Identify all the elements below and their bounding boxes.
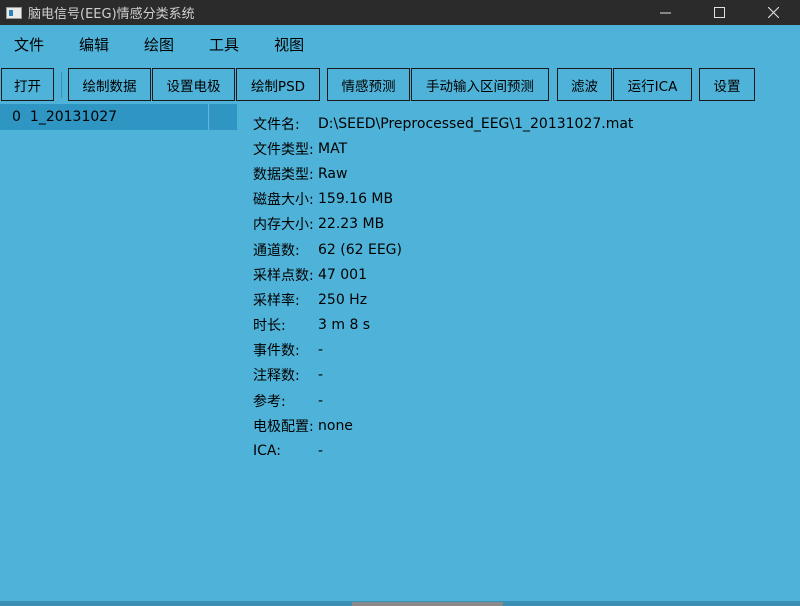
- info-row-data-type: 数据类型: Raw: [253, 161, 773, 186]
- info-value: 47 001: [318, 266, 367, 283]
- toolbar: 打开 绘制数据 设置电极 绘制PSD 情感预测 手动输入区间预测 滤波 运行IC…: [0, 68, 800, 102]
- maximize-icon: [713, 7, 725, 18]
- menu-view[interactable]: 视图: [258, 25, 320, 65]
- info-value: Raw: [318, 165, 348, 182]
- info-row-channels: 通道数: 62 (62 EEG): [253, 237, 773, 262]
- info-row-reference: 参考: -: [253, 388, 773, 413]
- maximize-button[interactable]: [692, 0, 746, 25]
- menu-edit[interactable]: 编辑: [63, 25, 125, 65]
- manual-interval-predict-button[interactable]: 手动输入区间预测: [411, 68, 549, 101]
- list-item-name: 1_20131027: [29, 109, 118, 125]
- info-label: 通道数:: [253, 242, 300, 259]
- window-controls: [638, 0, 800, 25]
- info-row-annotations: 注释数: -: [253, 363, 773, 388]
- info-label: 时长:: [253, 318, 286, 335]
- info-label: 事件数:: [253, 343, 300, 360]
- info-row-file-type: 文件类型: MAT: [253, 136, 773, 161]
- menu-plot[interactable]: 绘图: [128, 25, 190, 65]
- plot-psd-button[interactable]: 绘制PSD: [236, 68, 320, 101]
- info-row-ica: ICA: -: [253, 438, 773, 463]
- info-value: -: [318, 367, 324, 384]
- info-row-filename: 文件名: D:\SEED\Preprocessed_EEG\1_20131027…: [253, 111, 773, 136]
- list-item-index: 0: [12, 109, 21, 125]
- info-label: 电极配置:: [253, 418, 314, 435]
- open-button[interactable]: 打开: [1, 68, 54, 101]
- info-value: -: [318, 443, 324, 460]
- run-ica-button[interactable]: 运行ICA: [613, 68, 692, 101]
- file-info-panel: 文件名: D:\SEED\Preprocessed_EEG\1_20131027…: [253, 111, 773, 464]
- minimize-icon: [659, 12, 671, 14]
- horizontal-scrollbar[interactable]: [0, 601, 800, 606]
- info-row-sample-rate: 采样率: 250 Hz: [253, 287, 773, 312]
- info-label: ICA:: [253, 443, 281, 460]
- file-list: 0 1_20131027: [0, 104, 237, 598]
- menu-bar: 文件 编辑 绘图 工具 视图: [0, 25, 800, 65]
- plot-data-button[interactable]: 绘制数据: [68, 68, 151, 101]
- info-label: 采样点数:: [253, 267, 314, 284]
- info-row-events: 事件数: -: [253, 338, 773, 363]
- info-value: -: [318, 342, 324, 359]
- info-label: 文件类型:: [253, 141, 314, 158]
- info-value: 250 Hz: [318, 291, 368, 308]
- info-value: none: [318, 417, 353, 434]
- emotion-predict-button[interactable]: 情感预测: [327, 68, 410, 101]
- info-row-montage: 电极配置: none: [253, 413, 773, 438]
- info-row-duration: 时长: 3 m 8 s: [253, 313, 773, 338]
- settings-button[interactable]: 设置: [699, 68, 755, 101]
- info-value: 62 (62 EEG): [318, 241, 402, 258]
- toolbar-separator: [61, 72, 62, 98]
- window-title: 脑电信号(EEG)情感分类系统: [28, 7, 195, 22]
- info-value: 159.16 MB: [318, 191, 394, 208]
- list-item[interactable]: 0 1_20131027: [0, 104, 237, 130]
- set-electrodes-button[interactable]: 设置电极: [152, 68, 235, 101]
- info-value: -: [318, 392, 324, 409]
- info-row-samples: 采样点数: 47 001: [253, 262, 773, 287]
- app-icon: [6, 6, 22, 19]
- close-button[interactable]: [746, 0, 800, 25]
- menu-file[interactable]: 文件: [0, 25, 60, 65]
- info-value: D:\SEED\Preprocessed_EEG\1_20131027.mat: [318, 115, 634, 132]
- info-label: 采样率:: [253, 292, 300, 309]
- info-value: 3 m 8 s: [318, 317, 371, 334]
- info-value: MAT: [318, 140, 348, 157]
- info-label: 参考:: [253, 393, 286, 410]
- info-label: 文件名:: [253, 116, 300, 133]
- minimize-button[interactable]: [638, 0, 692, 25]
- scrollbar-thumb[interactable]: [352, 602, 503, 606]
- column-divider: [208, 104, 209, 130]
- info-row-memory-size: 内存大小: 22.23 MB: [253, 212, 773, 237]
- info-label: 注释数:: [253, 368, 300, 385]
- filter-button[interactable]: 滤波: [557, 68, 612, 101]
- info-label: 磁盘大小:: [253, 192, 314, 209]
- info-row-disk-size: 磁盘大小: 159.16 MB: [253, 187, 773, 212]
- info-label: 数据类型:: [253, 166, 314, 183]
- info-value: 22.23 MB: [318, 216, 385, 233]
- menu-tools[interactable]: 工具: [193, 25, 255, 65]
- info-label: 内存大小:: [253, 217, 314, 234]
- title-bar: 脑电信号(EEG)情感分类系统: [0, 0, 800, 25]
- close-icon: [767, 7, 779, 18]
